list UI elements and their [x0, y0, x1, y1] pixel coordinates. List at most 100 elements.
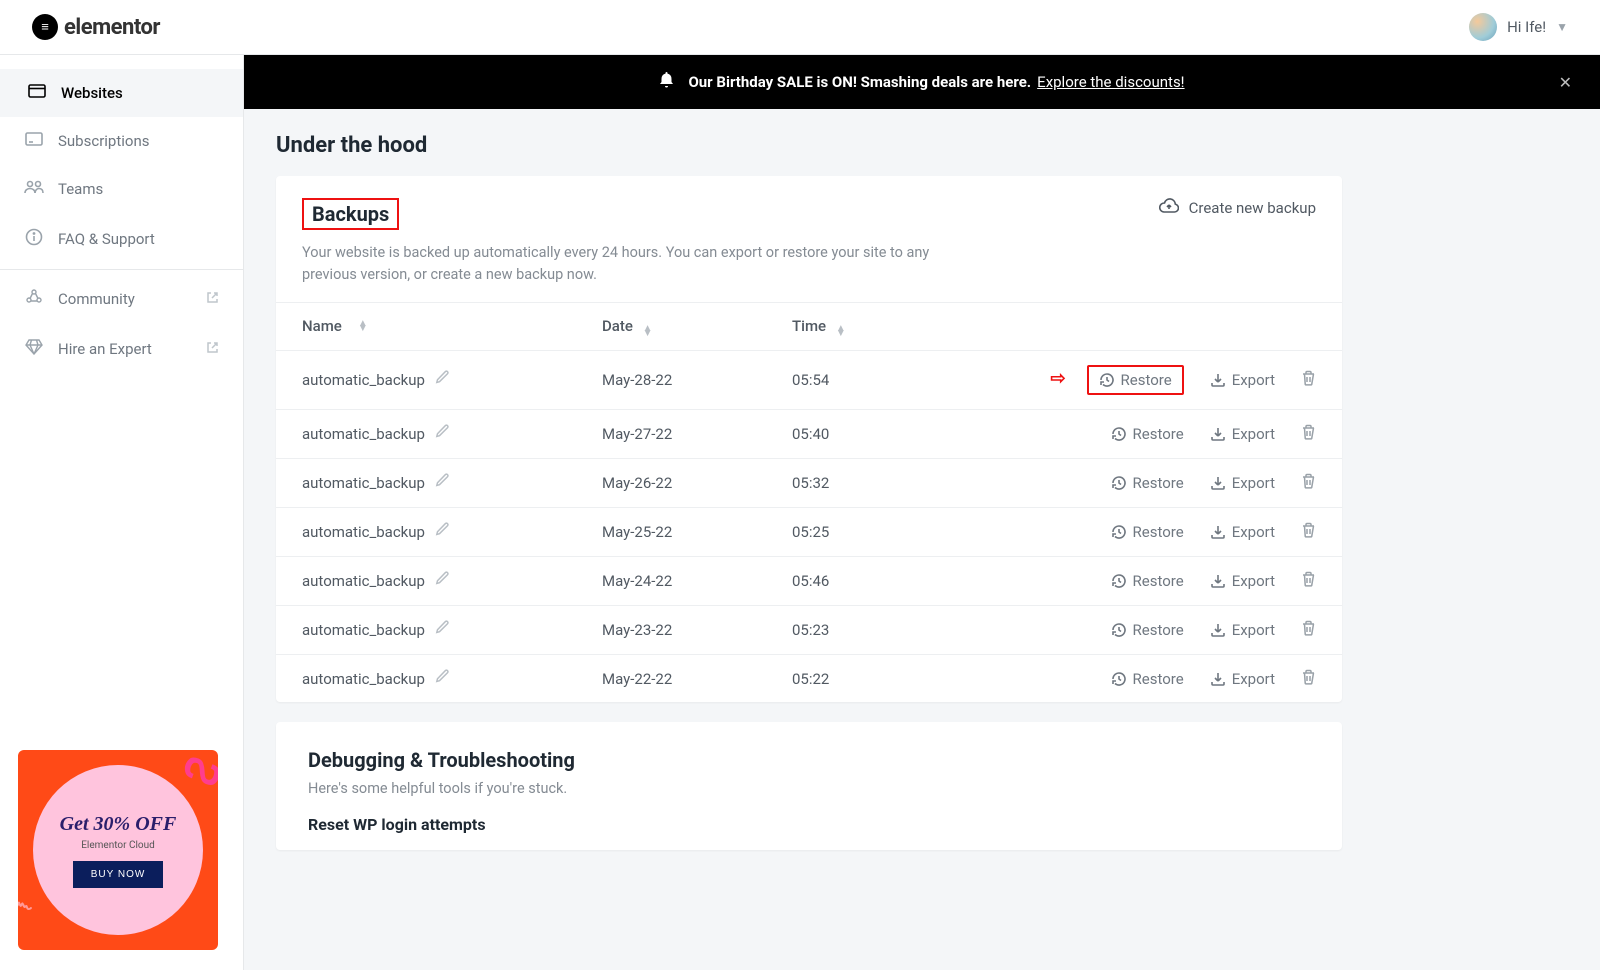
close-icon[interactable]: ✕ — [1559, 73, 1572, 92]
promo-sub: Elementor Cloud — [81, 840, 155, 851]
export-button[interactable]: Export — [1210, 371, 1275, 389]
delete-button[interactable] — [1301, 571, 1316, 591]
sidebar-item-faq[interactable]: FAQ & Support — [0, 213, 243, 265]
backup-date: May-27-22 — [602, 425, 792, 443]
sidebar-item-label: Hire an Expert — [58, 340, 152, 358]
edit-icon[interactable] — [435, 370, 450, 389]
logo-text: elementor — [64, 15, 160, 40]
col-header-time[interactable]: Time ▲▼ — [792, 317, 992, 336]
promo-buy-button[interactable]: BUY NOW — [73, 861, 164, 888]
backup-time: 05:46 — [792, 572, 992, 590]
restore-icon — [1111, 622, 1127, 638]
backup-time: 05:22 — [792, 670, 992, 688]
table-row: automatic_backup May-23-22 05:23 Restore… — [276, 606, 1342, 655]
restore-button[interactable]: Restore — [1087, 365, 1184, 395]
backup-name: automatic_backup — [302, 474, 425, 492]
download-icon — [1210, 372, 1226, 388]
export-button[interactable]: Export — [1210, 523, 1275, 541]
edit-icon[interactable] — [435, 620, 450, 639]
backup-name: automatic_backup — [302, 572, 425, 590]
edit-icon[interactable] — [435, 571, 450, 590]
restore-label: Restore — [1133, 670, 1184, 688]
table-row: automatic_backup May-22-22 05:22 Restore… — [276, 655, 1342, 702]
edit-icon[interactable] — [435, 473, 450, 492]
logo[interactable]: ≡ elementor — [32, 14, 160, 40]
export-label: Export — [1232, 670, 1275, 688]
external-link-icon — [206, 340, 219, 358]
debug-subheading: Reset WP login attempts — [308, 815, 1310, 834]
delete-button[interactable] — [1301, 620, 1316, 640]
backup-date: May-25-22 — [602, 523, 792, 541]
backup-name: automatic_backup — [302, 523, 425, 541]
delete-button[interactable] — [1301, 669, 1316, 689]
create-backup-label: Create new backup — [1189, 199, 1316, 217]
restore-button[interactable]: Restore — [1111, 670, 1184, 688]
sidebar-item-teams[interactable]: Teams — [0, 165, 243, 213]
create-backup-button[interactable]: Create new backup — [1159, 198, 1316, 217]
export-label: Export — [1232, 371, 1275, 389]
sidebar-item-hire-expert[interactable]: Hire an Expert — [0, 324, 243, 374]
header: ≡ elementor Hi Ife! ▼ — [0, 0, 1600, 55]
restore-button[interactable]: Restore — [1111, 425, 1184, 443]
export-button[interactable]: Export — [1210, 621, 1275, 639]
restore-button[interactable]: Restore — [1111, 621, 1184, 639]
sidebar: Websites Subscriptions Teams FAQ & Suppo… — [0, 55, 244, 970]
restore-button[interactable]: Restore — [1111, 474, 1184, 492]
sidebar-item-label: Teams — [58, 180, 103, 198]
restore-button[interactable]: Restore — [1111, 523, 1184, 541]
diamond-icon — [24, 339, 44, 359]
restore-label: Restore — [1133, 474, 1184, 492]
sidebar-item-websites[interactable]: Websites — [0, 69, 243, 117]
user-greeting: Hi Ife! — [1507, 18, 1546, 36]
table-header-row: Name ▲▼ Date ▲▼ Time ▲▼ — [276, 303, 1342, 351]
restore-label: Restore — [1133, 621, 1184, 639]
col-header-name[interactable]: Name ▲▼ — [302, 317, 602, 335]
backup-date: May-28-22 — [602, 371, 792, 389]
restore-button[interactable]: Restore — [1111, 572, 1184, 590]
export-button[interactable]: Export — [1210, 425, 1275, 443]
sidebar-item-community[interactable]: Community — [0, 274, 243, 324]
table-row: automatic_backup May-25-22 05:25 Restore… — [276, 508, 1342, 557]
restore-label: Restore — [1133, 523, 1184, 541]
export-label: Export — [1232, 474, 1275, 492]
promo-banner: Our Birthday SALE is ON! Smashing deals … — [244, 55, 1600, 109]
edit-icon[interactable] — [435, 424, 450, 443]
table-row: automatic_backup May-28-22 05:54 ⇨Restor… — [276, 351, 1342, 410]
sort-icon: ▲▼ — [643, 326, 653, 336]
debug-title: Debugging & Troubleshooting — [308, 748, 1310, 772]
external-link-icon — [206, 290, 219, 308]
promo-card[interactable]: ෴ ᔓ Get 30% OFF Elementor Cloud BUY NOW — [18, 750, 218, 950]
sidebar-item-label: FAQ & Support — [58, 230, 155, 248]
download-icon — [1210, 475, 1226, 491]
delete-button[interactable] — [1301, 370, 1316, 390]
debug-card: Debugging & Troubleshooting Here's some … — [276, 722, 1342, 850]
banner-link[interactable]: Explore the discounts! — [1037, 73, 1184, 91]
edit-icon[interactable] — [435, 669, 450, 688]
backups-table[interactable]: Name ▲▼ Date ▲▼ Time ▲▼ automati — [276, 302, 1342, 702]
download-icon — [1210, 426, 1226, 442]
export-button[interactable]: Export — [1210, 670, 1275, 688]
sidebar-item-subscriptions[interactable]: Subscriptions — [0, 117, 243, 165]
export-button[interactable]: Export — [1210, 572, 1275, 590]
backup-date: May-24-22 — [602, 572, 792, 590]
edit-icon[interactable] — [435, 522, 450, 541]
backup-time: 05:40 — [792, 425, 992, 443]
card-description: Your website is backed up automatically … — [276, 238, 996, 302]
backups-title-highlight: Backups — [302, 198, 399, 230]
user-menu[interactable]: Hi Ife! ▼ — [1469, 13, 1568, 41]
restore-icon — [1111, 671, 1127, 687]
delete-button[interactable] — [1301, 424, 1316, 444]
delete-button[interactable] — [1301, 522, 1316, 542]
restore-icon — [1111, 426, 1127, 442]
export-label: Export — [1232, 425, 1275, 443]
delete-button[interactable] — [1301, 473, 1316, 493]
col-header-date[interactable]: Date ▲▼ — [602, 317, 792, 336]
avatar — [1469, 13, 1497, 41]
chevron-down-icon: ▼ — [1556, 20, 1568, 34]
export-button[interactable]: Export — [1210, 474, 1275, 492]
restore-icon — [1111, 573, 1127, 589]
backup-time: 05:32 — [792, 474, 992, 492]
sort-icon: ▲▼ — [358, 321, 368, 331]
backup-name: automatic_backup — [302, 621, 425, 639]
backup-time: 05:25 — [792, 523, 992, 541]
